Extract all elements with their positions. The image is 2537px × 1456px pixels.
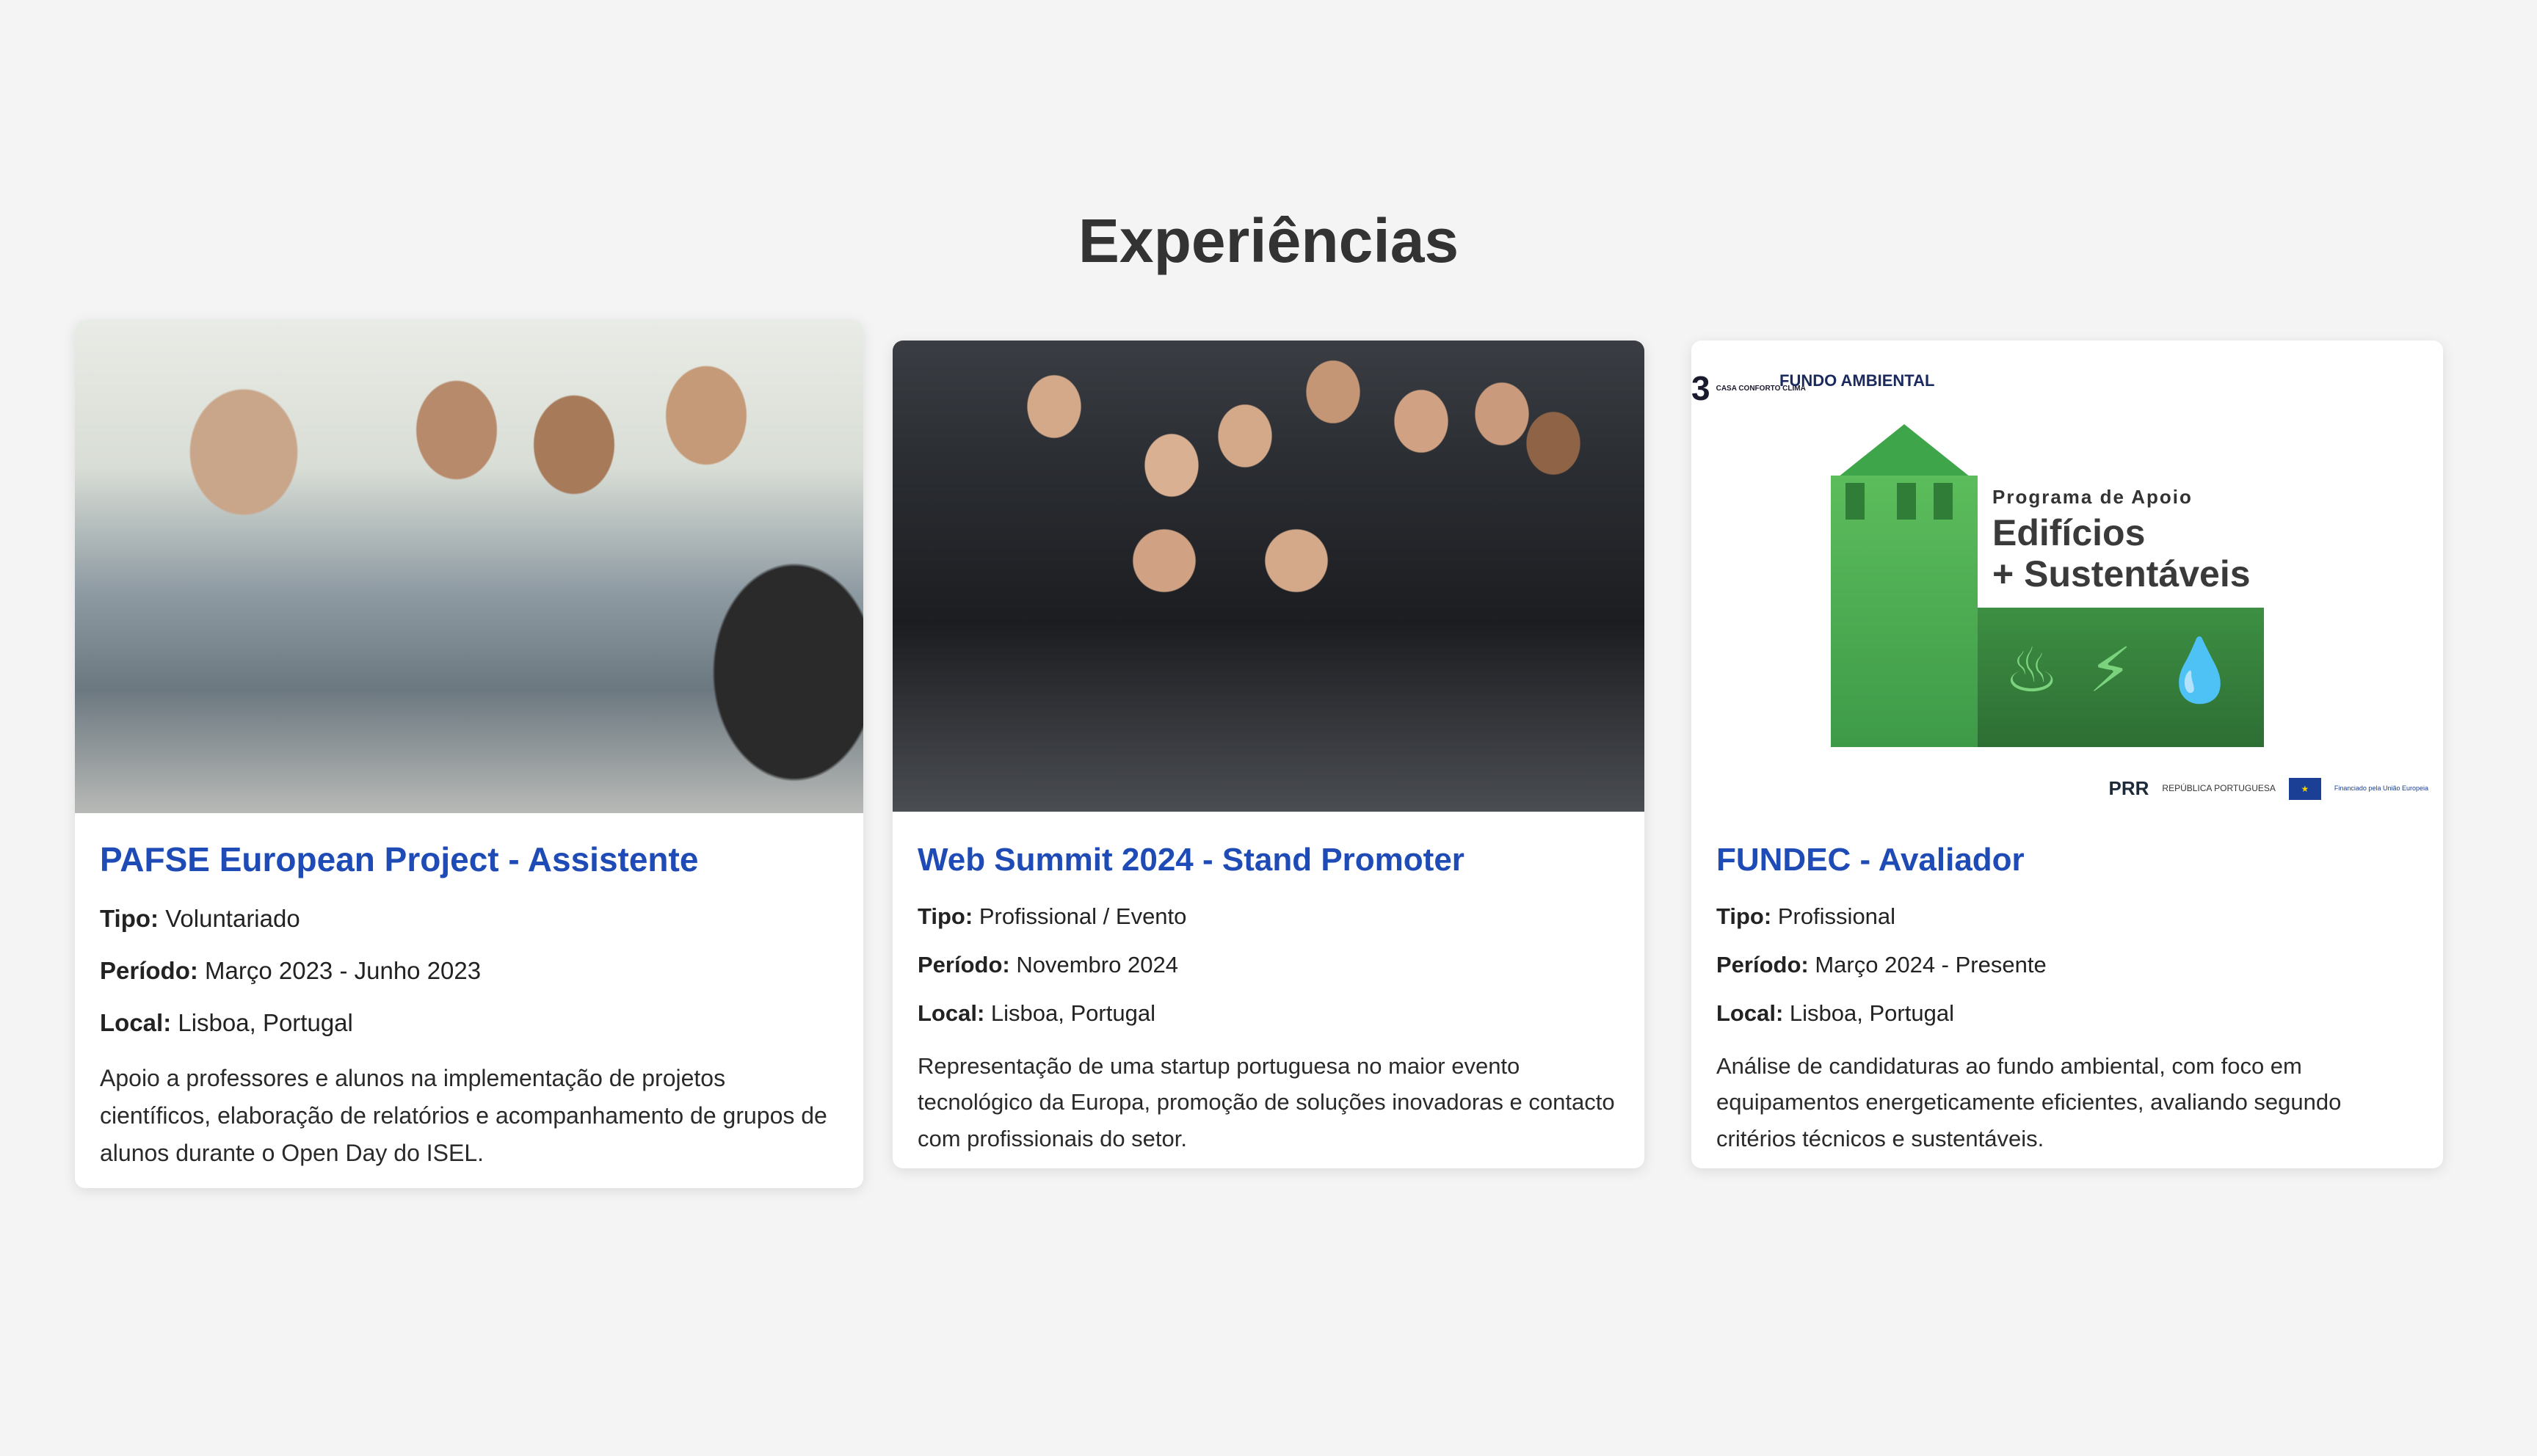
program-title: Edifícios + Sustentáveis [1992, 512, 2251, 594]
republica-portuguesa-logo: REPÚBLICA PORTUGUESA [2162, 782, 2276, 793]
card-period: Período: Novembro 2024 [918, 950, 1619, 980]
card-image [893, 341, 1644, 812]
eu-funding-text: Financiado pela União Europeia [2334, 784, 2428, 792]
location-value: Lisboa, Portugal [1789, 1000, 1954, 1027]
card-type: Tipo: Profissional [1716, 902, 2418, 931]
house-icon: Programa de Apoio Edifícios + Sustentáve… [1831, 424, 2301, 747]
funders-logos: PRR REPÚBLICA PORTUGUESA ★ Financiado pe… [2108, 777, 2428, 800]
card-title: Web Summit 2024 - Stand Promoter [918, 842, 1465, 878]
card-body: FUNDEC - Avaliador Tipo: Profissional Pe… [1691, 812, 2443, 1157]
period-label: Período: [100, 957, 198, 985]
card-image [75, 320, 863, 813]
card-location: Local: Lisboa, Portugal [918, 999, 1619, 1028]
card-title: PAFSE European Project - Assistente [100, 840, 699, 878]
type-value: Profissional [1777, 903, 1896, 929]
type-label: Tipo: [1716, 903, 1772, 929]
card-location: Local: Lisboa, Portugal [100, 1008, 838, 1039]
experience-card-fundec: 3 CASA CONFORTO CLIMA FUNDO AMBIENTAL Pro… [1691, 341, 2443, 1168]
card-description: Representação de uma startup portuguesa … [918, 1052, 1615, 1151]
period-value: Novembro 2024 [1016, 952, 1178, 978]
location-label: Local: [1716, 1000, 1784, 1027]
card-body: PAFSE European Project - Assistente Tipo… [75, 813, 863, 1172]
program-label: Programa de Apoio [1992, 486, 2193, 508]
type-label: Tipo: [918, 903, 973, 929]
card-location: Local: Lisboa, Portugal [1716, 999, 2418, 1028]
period-value: Março 2024 - Presente [1815, 952, 2047, 978]
location-value: Lisboa, Portugal [990, 1000, 1155, 1027]
location-label: Local: [918, 1000, 985, 1027]
energy-symbols-icon: ♨⚡💧 [2004, 636, 2268, 705]
type-value: Profissional / Evento [979, 903, 1187, 929]
card-type: Tipo: Voluntariado [100, 903, 838, 935]
section-title: Experiências [1078, 206, 1459, 275]
type-label: Tipo: [100, 905, 159, 933]
location-label: Local: [100, 1008, 172, 1036]
card-type: Tipo: Profissional / Evento [918, 902, 1619, 931]
prr-logo: PRR [2108, 777, 2149, 799]
period-value: Março 2023 - Junho 2023 [205, 957, 482, 985]
card-description: Apoio a professores e alunos na implemen… [100, 1064, 827, 1167]
period-label: Período: [918, 952, 1010, 978]
card-image: 3 CASA CONFORTO CLIMA FUNDO AMBIENTAL Pro… [1691, 341, 2443, 812]
web-summit-group-photo [893, 341, 1644, 812]
location-value: Lisboa, Portugal [178, 1008, 353, 1036]
eu-flag-icon: ★ [2288, 777, 2321, 800]
card-description: Análise de candidaturas ao fundo ambient… [1716, 1052, 2342, 1151]
program-logo-image: 3 CASA CONFORTO CLIMA FUNDO AMBIENTAL Pro… [1691, 341, 2443, 812]
card-period: Período: Março 2023 - Junho 2023 [100, 956, 838, 987]
card-title: FUNDEC - Avaliador [1716, 842, 2025, 878]
card-body: Web Summit 2024 - Stand Promoter Tipo: P… [893, 812, 1644, 1157]
fundo-ambiental-logo: FUNDO AMBIENTAL [1779, 371, 1935, 390]
experience-card-websummit: Web Summit 2024 - Stand Promoter Tipo: P… [893, 341, 1644, 1168]
classroom-photo [75, 320, 863, 813]
experience-card-pafse: PAFSE European Project - Assistente Tipo… [75, 320, 863, 1188]
period-label: Período: [1716, 952, 1809, 978]
card-period: Período: Março 2024 - Presente [1716, 950, 2418, 980]
type-value: Voluntariado [165, 905, 300, 933]
